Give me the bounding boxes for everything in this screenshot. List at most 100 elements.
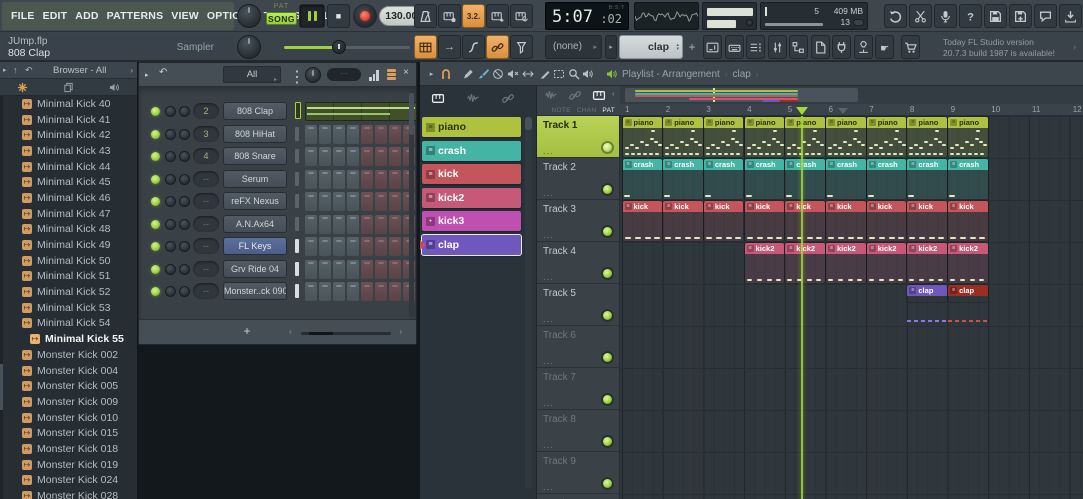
step-button[interactable] (361, 169, 373, 189)
step-button[interactable] (319, 214, 331, 234)
browser-item[interactable]: ↦ Minimal Kick 41 (4, 112, 137, 128)
browser-item[interactable]: ↦ Minimal Kick 50 (4, 253, 137, 269)
step-button[interactable] (305, 147, 317, 166)
step-button[interactable] (319, 147, 331, 166)
channel-mute-led[interactable] (151, 242, 160, 251)
step-button[interactable] (389, 214, 401, 234)
loop-record-button[interactable] (510, 4, 533, 28)
link-button[interactable] (486, 35, 509, 59)
arrangement-speaker-icon[interactable] (604, 67, 619, 81)
playlist-clip-crash[interactable]: ≡ crash (744, 159, 785, 199)
track-led[interactable] (603, 269, 612, 278)
channel-mute-led[interactable] (151, 152, 160, 161)
channel-name-button[interactable]: Serum (223, 169, 287, 188)
step-edit-button[interactable]: → (438, 35, 461, 59)
menu-item-patterns[interactable]: PATTERNS (107, 10, 164, 22)
stop-button[interactable]: ■ (327, 4, 350, 28)
channel-number[interactable]: -- (193, 215, 219, 232)
playlist-clip-crash[interactable]: ≡ crash (622, 159, 662, 199)
browser-item[interactable]: ↦ Minimal Kick 44 (4, 159, 137, 175)
slice-tool-icon[interactable] (537, 67, 552, 81)
feedback-button[interactable] (1034, 4, 1057, 28)
song-mode-badge[interactable]: SONG (266, 12, 297, 25)
channel-mute-led[interactable] (151, 287, 160, 296)
channel-volume-knob[interactable] (179, 263, 190, 275)
mic-button[interactable] (934, 4, 957, 28)
step-button[interactable] (333, 237, 345, 256)
track-header[interactable]: Track 6... (537, 326, 620, 368)
step-button[interactable] (361, 214, 373, 234)
channel-name-button[interactable]: Monster..ck 090 (223, 282, 287, 300)
undo-arrow-icon[interactable]: ↶ (25, 62, 33, 79)
track-header[interactable]: Track 5... (537, 284, 620, 326)
meter-bars-panel[interactable] (702, 2, 757, 30)
browser-item[interactable]: ↦ Monster Kick 004 (4, 363, 137, 379)
playlist-clip-kick[interactable]: ≡ kick (703, 201, 744, 241)
channel-mute-led[interactable] (151, 197, 160, 206)
graph-editor-icon[interactable] (369, 70, 379, 81)
step-button[interactable] (389, 124, 401, 144)
step-button[interactable] (319, 169, 331, 189)
corner-tab-patterns[interactable] (591, 89, 607, 102)
browser-item[interactable]: ↦ Minimal Kick 48 (4, 222, 137, 238)
step-button[interactable] (347, 259, 359, 279)
track-header[interactable]: Track 2... (537, 158, 620, 200)
playlist-clip-clap[interactable]: ≡ clap (948, 285, 988, 302)
browser-item[interactable]: ↦ Monster Kick 005 (4, 378, 137, 394)
plugin-picker-button[interactable] (832, 35, 851, 59)
track-led[interactable] (603, 395, 612, 404)
record-button[interactable] (353, 4, 377, 28)
step-button[interactable] (319, 192, 331, 211)
minimap-prev-icon[interactable]: ‹ (612, 89, 615, 98)
channel-pan-knob[interactable] (165, 218, 176, 230)
playlist-clip-crash[interactable]: ≡ crash (703, 159, 744, 199)
main-pitch-knob[interactable] (237, 35, 261, 59)
browser-item[interactable]: ↦ Monster Kick 015 (4, 425, 137, 441)
channel-number[interactable]: 2 (193, 103, 219, 119)
playlist-grid[interactable]: ≡ piano ≡ piano ≡ piano ≡ piano ≡ piano ≡ piano ≡ pia… (620, 116, 1083, 499)
browser-item[interactable]: ↦ Monster Kick 002 (4, 347, 137, 363)
track-header[interactable]: Track 7... (537, 368, 620, 410)
channel-pan-knob[interactable] (165, 173, 176, 185)
timeline-ruler[interactable]: NOTE CHAN PAT 1 2 3 4 5 6 7 8 9 10 11 12 (537, 104, 1083, 116)
playlist-clip-crash[interactable]: ≡ crash (826, 159, 866, 199)
rack-display[interactable]: ··· (327, 68, 361, 81)
step-button[interactable] (375, 124, 387, 144)
track-options[interactable]: ... (543, 146, 554, 156)
rack-filter-dropdown[interactable]: All ▸ (223, 66, 281, 83)
close-icon[interactable]: × (403, 67, 409, 78)
step-button[interactable] (375, 282, 387, 301)
wait-for-input-button[interactable] (438, 4, 461, 28)
step-button[interactable] (361, 192, 373, 211)
playlist-clip-piano[interactable]: ≡ piano (785, 117, 825, 157)
playlist-clip-kick[interactable]: ≡ kick (866, 201, 907, 241)
step-button[interactable] (333, 124, 345, 144)
mixer-button[interactable] (767, 35, 787, 59)
select-tool-icon[interactable] (551, 67, 566, 81)
playlist-clip-kick[interactable]: ≡ kick (948, 201, 988, 241)
channel-mute-led[interactable] (151, 219, 160, 229)
loop-marker-icon[interactable] (838, 108, 848, 114)
channel-name-button[interactable]: 808 Clap (223, 102, 287, 120)
channel-volume-knob[interactable] (179, 106, 190, 117)
picker-tab-automation[interactable] (500, 92, 516, 105)
channel-mute-led[interactable] (151, 174, 160, 184)
pattern-clip-kick[interactable]: ≡ kick (422, 164, 521, 184)
browser-item[interactable]: ↦ Minimal Kick 43 (4, 143, 137, 159)
pattern-clip-crash[interactable]: ≡ crash (422, 140, 521, 161)
metronome-button[interactable] (414, 4, 437, 28)
funnel-button[interactable] (510, 35, 533, 59)
system-monitor-panel[interactable]: 5 409 MB 13 (760, 2, 868, 30)
project-info-button[interactable] (746, 35, 765, 59)
project-browser-button[interactable] (789, 35, 808, 59)
slider-thumb[interactable] (332, 40, 346, 54)
channel-pan-knob[interactable] (165, 151, 176, 162)
draw-tool-icon[interactable] (460, 67, 475, 81)
playlist-clip-kick[interactable]: ≡ kick (826, 201, 866, 241)
channel-number[interactable]: 3 (193, 125, 219, 142)
menu-item-view[interactable]: VIEW (171, 10, 199, 22)
step-button[interactable] (305, 169, 317, 189)
channel-swing-bar[interactable] (295, 149, 299, 163)
step-button[interactable] (333, 259, 345, 279)
step-button[interactable] (347, 124, 359, 144)
